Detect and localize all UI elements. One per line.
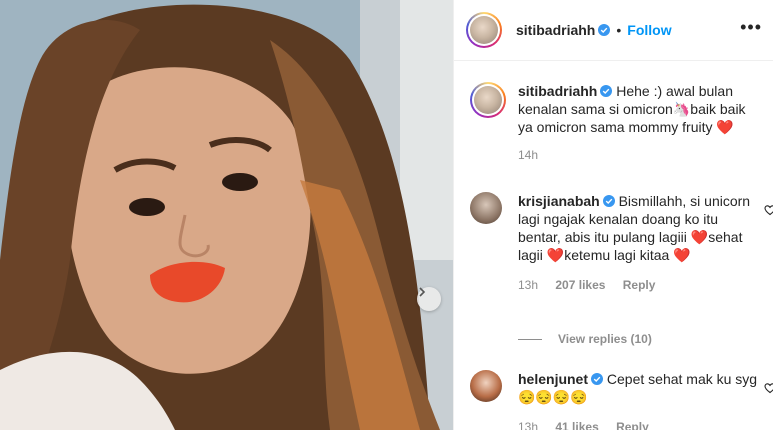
comment-item: helenjunet Cepet sehat mak ku syg 😔😔😔😔 13… [470,370,773,430]
unicorn-emoji: 🦄 [672,101,691,117]
comment-time[interactable]: 13h [518,420,538,430]
post-side-panel: sitibadriahh • Follow ••• sitibadriahh H… [453,0,773,430]
caption-time[interactable]: 14h [518,148,538,162]
view-replies-label: View replies (10) [558,332,652,346]
comment-item: krisjianabah Bismillahh, si unicorn lagi… [470,192,773,322]
comment-text-3: ketemu lagi kitaa [564,247,670,263]
comment-text: Cepet sehat mak ku syg [606,371,758,387]
caption-avatar[interactable] [470,82,506,118]
like-heart-icon[interactable] [764,204,773,216]
verified-badge-icon [600,85,613,97]
caption-body: sitibadriahh Hehe :) awal bulan kenalan … [518,82,762,164]
comment-username[interactable]: helenjunet [518,371,588,387]
header-username[interactable]: sitibadriahh [516,22,595,38]
header-separator: • [616,22,622,38]
comment-time[interactable]: 13h [518,278,538,292]
verified-badge-icon [602,195,615,207]
caption-username[interactable]: sitibadriahh [518,83,597,99]
comment-body: krisjianabah Bismillahh, si unicorn lagi… [518,192,762,294]
commenter-avatar[interactable] [470,192,502,224]
more-options-icon[interactable]: ••• [740,18,762,36]
selfie-image [0,0,453,430]
comment-username[interactable]: krisjianabah [518,193,600,209]
follow-button[interactable]: Follow [627,22,671,38]
heart-emoji: ❤️ [546,247,565,263]
comment-likes[interactable]: 41 likes [555,420,598,430]
replies-divider [518,338,542,340]
caption: sitibadriahh Hehe :) awal bulan kenalan … [470,82,762,172]
verified-badge-icon [598,24,611,36]
header-avatar[interactable] [466,12,502,48]
verified-badge-icon [591,373,604,385]
like-heart-icon[interactable] [764,382,773,394]
post-header: sitibadriahh • Follow ••• [454,0,773,61]
reply-button[interactable]: Reply [623,278,656,292]
next-photo-button[interactable] [417,287,441,311]
post-photo[interactable] [0,0,453,430]
commenter-avatar[interactable] [470,370,502,402]
reply-button[interactable]: Reply [616,420,649,430]
pensive-emoji: 😔😔😔😔 [518,389,588,405]
heart-emoji: ❤️ [673,247,691,263]
heart-emoji: ❤️ [690,229,709,245]
chevron-right-icon [419,287,426,297]
comment-body: helenjunet Cepet sehat mak ku syg 😔😔😔😔 13… [518,370,762,430]
comment-likes[interactable]: 207 likes [555,278,605,292]
heart-emoji: ❤️ [716,119,734,135]
view-replies-button[interactable]: View replies (10) [518,332,652,346]
